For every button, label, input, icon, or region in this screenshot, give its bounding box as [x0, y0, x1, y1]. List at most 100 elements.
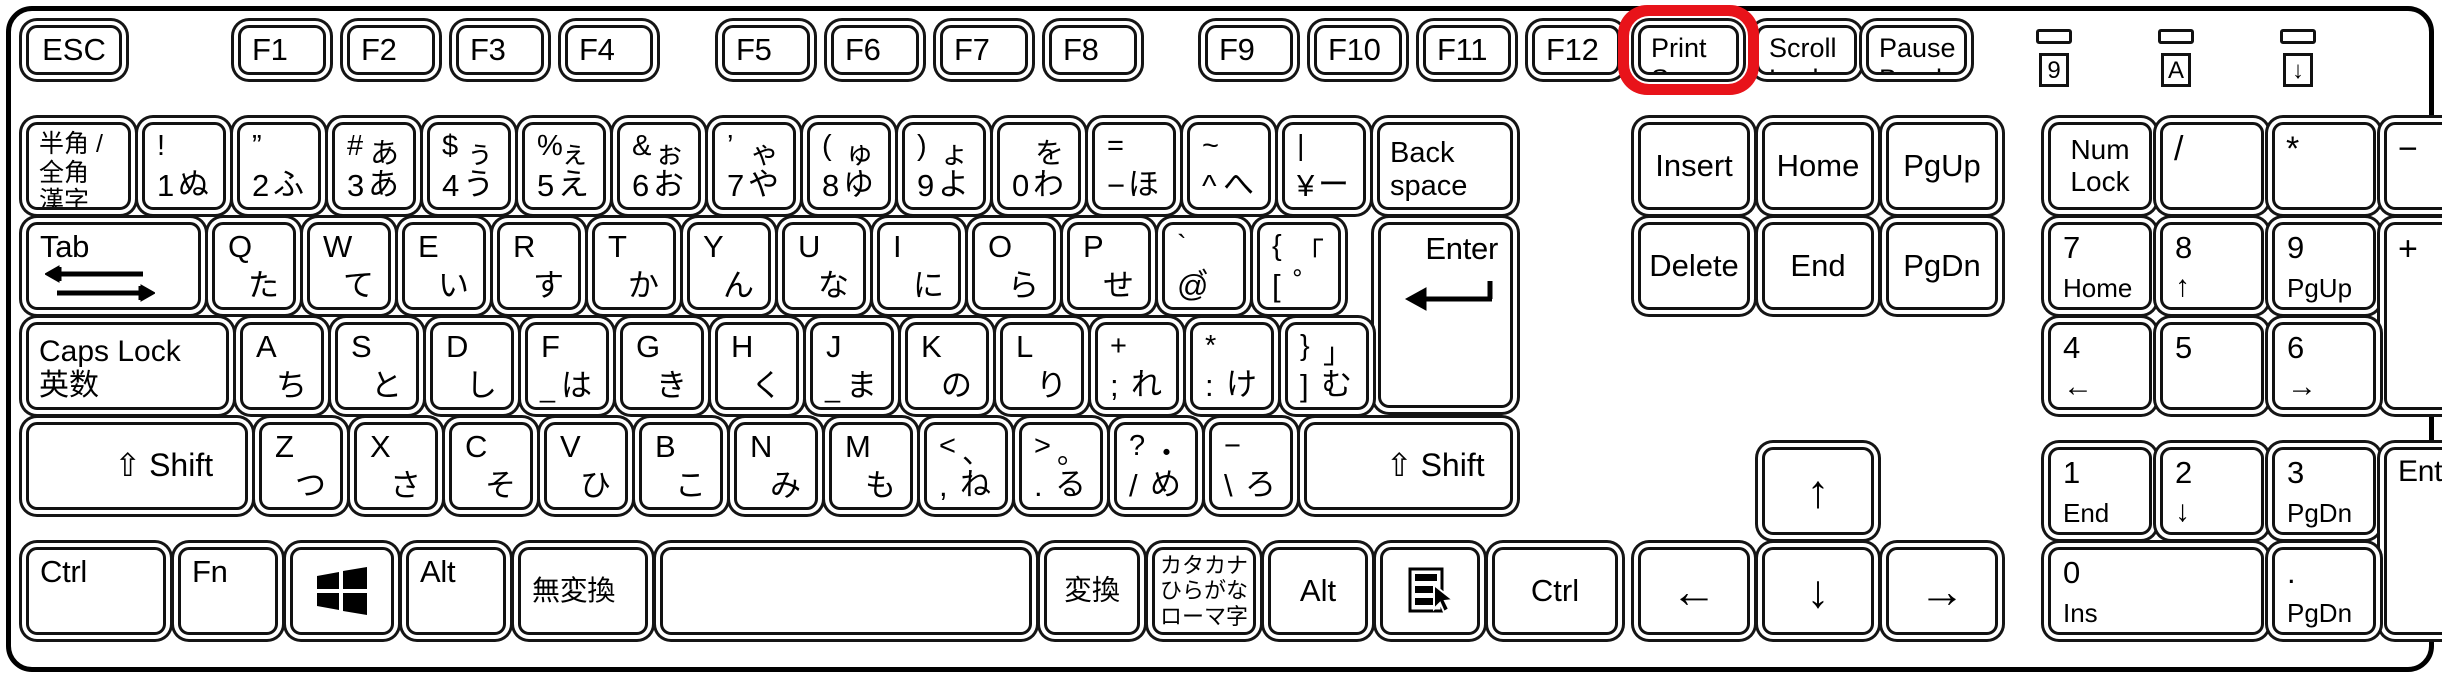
- key-r[interactable]: R す: [497, 222, 581, 310]
- key-2[interactable]: ” 2 ふ: [237, 122, 321, 210]
- key-p[interactable]: P せ: [1067, 222, 1151, 310]
- key-b[interactable]: B こ: [639, 422, 723, 510]
- key-s[interactable]: S と: [335, 322, 419, 410]
- key-e[interactable]: E い: [402, 222, 486, 310]
- key-arrow-left[interactable]: ←: [1638, 547, 1750, 635]
- key-pgdn[interactable]: PgDn: [1886, 222, 1998, 310]
- key-numpad-9[interactable]: 9 PgUp: [2272, 222, 2376, 310]
- key-c[interactable]: C そ: [449, 422, 533, 510]
- key-minus[interactable]: = − ほ: [1092, 122, 1176, 210]
- key-numpad-1[interactable]: 1 End: [2048, 447, 2152, 535]
- key-numpad-plus[interactable]: +: [2384, 222, 2442, 410]
- key-numpad-3[interactable]: 3 PgDn: [2272, 447, 2376, 535]
- key-pause-break[interactable]: Pause Break: [1866, 25, 1967, 75]
- key-numpad-enter[interactable]: Enter: [2384, 447, 2442, 635]
- key-f7[interactable]: F7: [940, 25, 1028, 75]
- key-windows[interactable]: [290, 547, 394, 635]
- key-numpad-0[interactable]: 0 Ins: [2048, 547, 2264, 635]
- key-f5[interactable]: F5: [722, 25, 810, 75]
- key-y[interactable]: Y ん: [687, 222, 771, 310]
- key-fn[interactable]: Fn: [178, 547, 278, 635]
- key-muhenkan[interactable]: 無変換: [518, 547, 648, 635]
- key-enter[interactable]: Enter: [1378, 222, 1513, 408]
- key-f9[interactable]: F9: [1205, 25, 1293, 75]
- key-t[interactable]: T か: [592, 222, 676, 310]
- key-insert[interactable]: Insert: [1638, 122, 1750, 210]
- key-7[interactable]: ’ ゃ 7 や: [712, 122, 796, 210]
- key-end[interactable]: End: [1762, 222, 1874, 310]
- key-esc[interactable]: ESC: [26, 25, 122, 75]
- key-at[interactable]: ` @ ゛: [1162, 222, 1246, 310]
- key-numpad-8[interactable]: 8 ↑: [2160, 222, 2264, 310]
- key-print-screen[interactable]: Print Screen: [1638, 25, 1739, 75]
- key-f3[interactable]: F3: [456, 25, 544, 75]
- key-numpad-decimal[interactable]: . PgDn: [2272, 547, 2376, 635]
- key-8[interactable]: ( ゅ 8 ゆ: [807, 122, 891, 210]
- key-numpad-5[interactable]: 5: [2160, 322, 2264, 410]
- key-q[interactable]: Q た: [212, 222, 296, 310]
- key-o[interactable]: O ら: [972, 222, 1056, 310]
- key-9[interactable]: ) ょ 9 よ: [902, 122, 986, 210]
- key-context-menu[interactable]: [1380, 547, 1480, 635]
- key-period[interactable]: > 。 . る: [1019, 422, 1103, 510]
- key-arrow-right[interactable]: →: [1886, 547, 1998, 635]
- key-delete[interactable]: Delete: [1638, 222, 1750, 310]
- key-henkan[interactable]: 変換: [1044, 547, 1140, 635]
- key-yen[interactable]: | ¥ ー: [1282, 122, 1366, 210]
- key-caret[interactable]: ~ ^ へ: [1187, 122, 1271, 210]
- key-ctrl-right[interactable]: Ctrl: [1492, 547, 1618, 635]
- key-f2[interactable]: F2: [347, 25, 435, 75]
- key-pgup[interactable]: PgUp: [1886, 122, 1998, 210]
- key-h[interactable]: H く: [715, 322, 799, 410]
- key-u[interactable]: U な: [782, 222, 866, 310]
- key-l[interactable]: L り: [1000, 322, 1084, 410]
- key-z[interactable]: Z つ: [259, 422, 343, 510]
- key-numpad-4[interactable]: 4 ←: [2048, 322, 2152, 410]
- key-numpad-6[interactable]: 6 →: [2272, 322, 2376, 410]
- key-5[interactable]: % ぇ 5 え: [522, 122, 606, 210]
- key-home[interactable]: Home: [1762, 122, 1874, 210]
- key-shift-left[interactable]: ⇧ Shift: [26, 422, 248, 510]
- key-numpad-2[interactable]: 2 ↓: [2160, 447, 2264, 535]
- key-3[interactable]: # あ 3 あ: [332, 122, 416, 210]
- key-6[interactable]: & ぉ 6 お: [617, 122, 701, 210]
- key-numpad-7[interactable]: 7 Home: [2048, 222, 2152, 310]
- key-f10[interactable]: F10: [1314, 25, 1402, 75]
- key-f11[interactable]: F11: [1423, 25, 1511, 75]
- key-arrow-up[interactable]: ↑: [1762, 447, 1874, 535]
- key-numpad-multiply[interactable]: *: [2272, 122, 2376, 210]
- key-colon[interactable]: * : け: [1190, 322, 1274, 410]
- key-v[interactable]: V ひ: [544, 422, 628, 510]
- key-w[interactable]: W て: [307, 222, 391, 310]
- key-x[interactable]: X さ: [354, 422, 438, 510]
- key-hankaku-zenkaku[interactable]: 半角 / 全角 漢字: [26, 122, 131, 210]
- key-alt-right[interactable]: Alt: [1268, 547, 1368, 635]
- key-j[interactable]: J _ ま: [810, 322, 894, 410]
- key-left-bracket[interactable]: { 「 [ ゜: [1257, 222, 1341, 310]
- key-semicolon[interactable]: + ; れ: [1095, 322, 1179, 410]
- key-katakana-hiragana[interactable]: カタカナ ひらがな ローマ字: [1152, 547, 1256, 635]
- key-shift-right[interactable]: ⇧ Shift: [1304, 422, 1513, 510]
- key-slash[interactable]: ? ・ / め: [1114, 422, 1198, 510]
- key-n[interactable]: N み: [734, 422, 818, 510]
- key-a[interactable]: A ち: [240, 322, 324, 410]
- key-f6[interactable]: F6: [831, 25, 919, 75]
- key-i[interactable]: I に: [877, 222, 961, 310]
- key-comma[interactable]: < 、 , ね: [924, 422, 1008, 510]
- key-space[interactable]: [660, 547, 1032, 635]
- key-numpad-divide[interactable]: /: [2160, 122, 2264, 210]
- key-alt-left[interactable]: Alt: [406, 547, 506, 635]
- key-arrow-down[interactable]: ↓: [1762, 547, 1874, 635]
- key-f4[interactable]: F4: [565, 25, 653, 75]
- key-m[interactable]: M も: [829, 422, 913, 510]
- key-backslash-ro[interactable]: − \ ろ: [1209, 422, 1293, 510]
- key-ctrl-left[interactable]: Ctrl: [26, 547, 166, 635]
- key-tab[interactable]: Tab: [26, 222, 201, 310]
- key-0[interactable]: を 0 わ: [997, 122, 1081, 210]
- key-right-bracket[interactable]: } 」 ] む: [1285, 322, 1369, 410]
- key-g[interactable]: G き: [620, 322, 704, 410]
- key-d[interactable]: D し: [430, 322, 514, 410]
- key-4[interactable]: $ ぅ 4 う: [427, 122, 511, 210]
- key-numpad-minus[interactable]: −: [2384, 122, 2442, 210]
- key-1[interactable]: ! 1 ぬ: [142, 122, 226, 210]
